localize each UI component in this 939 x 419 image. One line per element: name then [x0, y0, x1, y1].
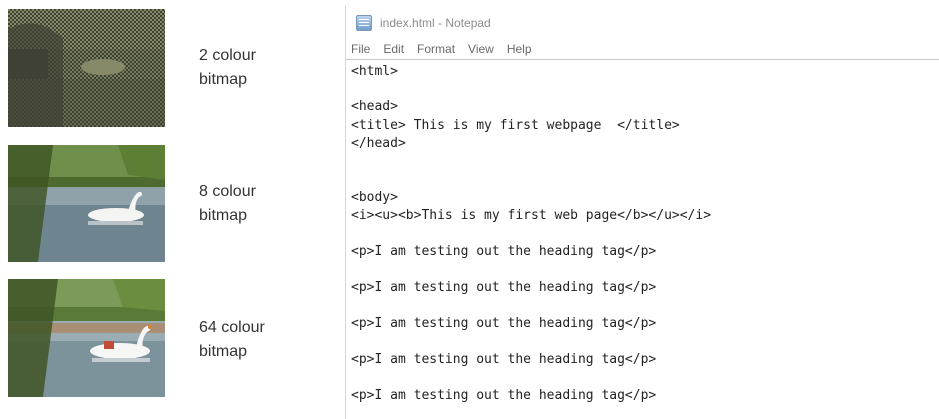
code-line: <html>	[351, 64, 398, 79]
sixty-four-colour-bitmap-image	[8, 279, 165, 397]
window-titlebar[interactable]: index.html - Notepad	[346, 6, 939, 39]
menu-bar: File Edit Format View Help	[346, 39, 939, 60]
notepad-app-icon[interactable]	[356, 14, 372, 31]
notepad-window: index.html - Notepad File Edit Format Vi…	[345, 6, 939, 419]
menu-help[interactable]: Help	[507, 42, 532, 56]
menu-view[interactable]: View	[468, 42, 494, 56]
code-line: <p>I am testing out the heading tag</p>	[351, 316, 657, 331]
menu-file[interactable]: File	[351, 42, 370, 56]
code-line: <i><u><b>This is my first web page</b></…	[351, 208, 712, 223]
code-line: <title> This is my first webpage </title…	[351, 118, 680, 133]
code-line: <p>I am testing out the heading tag</p>	[351, 280, 657, 295]
eight-colour-bitmap-label: 8 colour bitmap	[199, 183, 256, 224]
sixty-four-colour-bitmap-label: 64 colour bitmap	[199, 319, 265, 360]
code-line: <body>	[351, 190, 398, 205]
window-title: index.html - Notepad	[380, 15, 491, 30]
code-line: </head>	[351, 136, 406, 151]
two-colour-bitmap-label: 2 colour bitmap	[199, 47, 256, 88]
text-editor-area[interactable]: <html> <head> <title> This is my first w…	[346, 61, 939, 419]
code-line: <p>I am testing out the heading tag</p>	[351, 352, 657, 367]
code-line: <p>I am testing out the heading tag</p>	[351, 244, 657, 259]
menu-format[interactable]: Format	[417, 42, 455, 56]
code-line: <head>	[351, 99, 398, 114]
menu-edit[interactable]: Edit	[383, 42, 404, 56]
two-colour-bitmap-image	[8, 9, 165, 127]
eight-colour-bitmap-image	[8, 145, 165, 262]
code-line: <p>I am testing out the heading tag</p>	[351, 388, 657, 403]
